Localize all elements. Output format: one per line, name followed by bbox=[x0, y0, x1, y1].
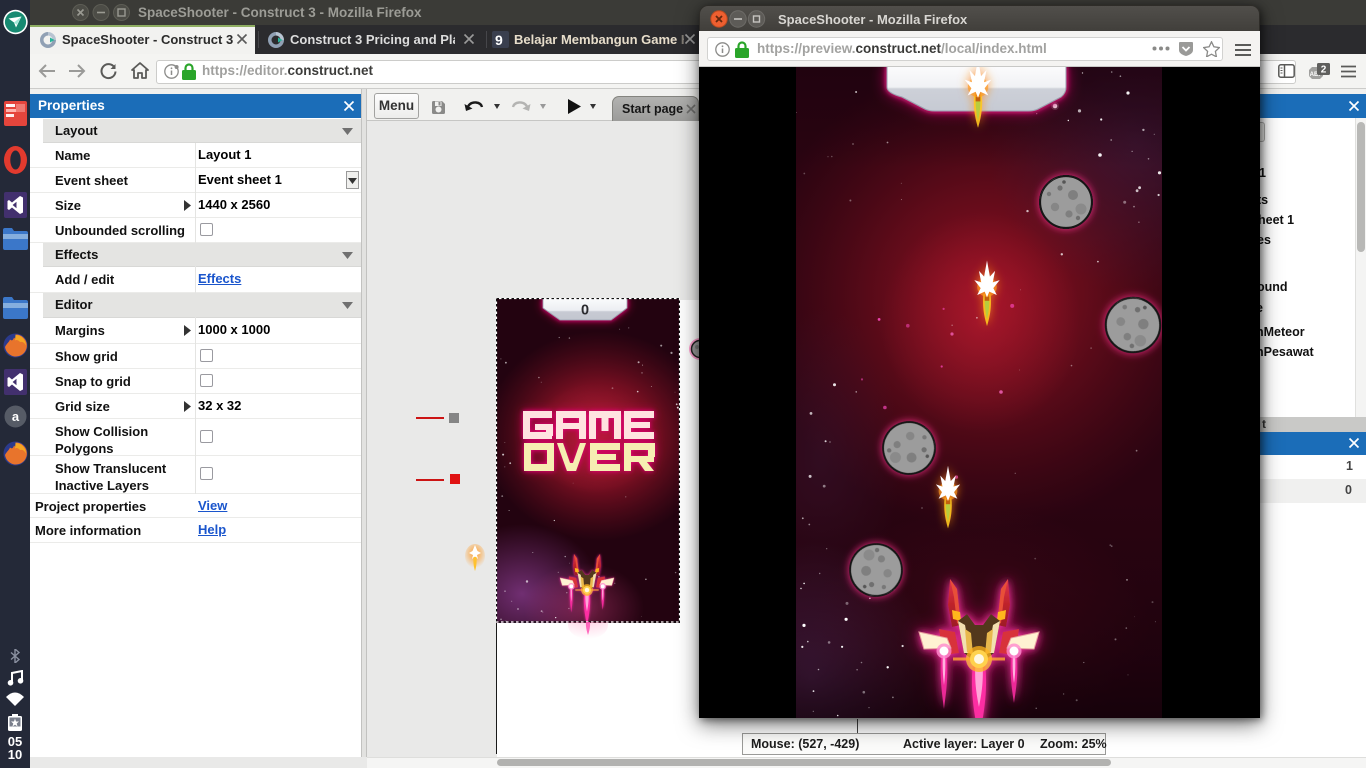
svg-text:0: 0 bbox=[581, 303, 589, 319]
svg-text:2: 2 bbox=[1321, 65, 1327, 76]
svg-text:a: a bbox=[12, 409, 20, 424]
